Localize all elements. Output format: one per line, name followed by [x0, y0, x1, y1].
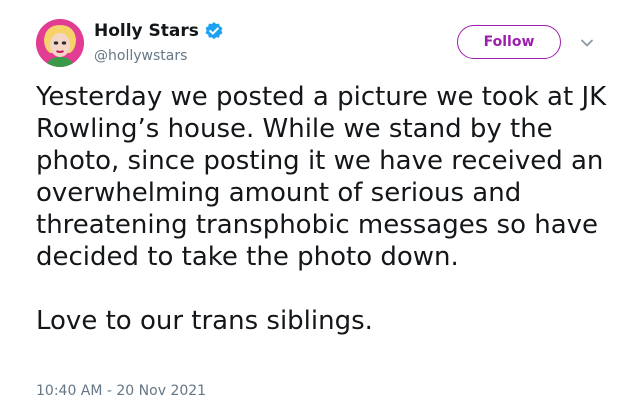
tweet-card: Holly Stars @hollywstars Follow Yesterda… — [0, 0, 633, 406]
verified-badge-icon — [204, 21, 224, 41]
tweet-text: Yesterday we posted a picture we took at… — [36, 81, 616, 337]
display-name[interactable]: Holly Stars — [94, 21, 199, 41]
tweet-paragraph: Yesterday we posted a picture we took at… — [36, 82, 607, 272]
user-avatar[interactable] — [36, 19, 84, 67]
tweet-paragraph: Love to our trans siblings. — [36, 306, 373, 336]
chevron-down-icon[interactable] — [579, 35, 595, 51]
follow-button[interactable]: Follow — [457, 25, 561, 59]
tweet-timestamp[interactable]: 10:40 AM - 20 Nov 2021 — [36, 382, 206, 400]
user-name-row: Holly Stars — [94, 21, 224, 41]
user-handle[interactable]: @hollywstars — [94, 47, 187, 65]
